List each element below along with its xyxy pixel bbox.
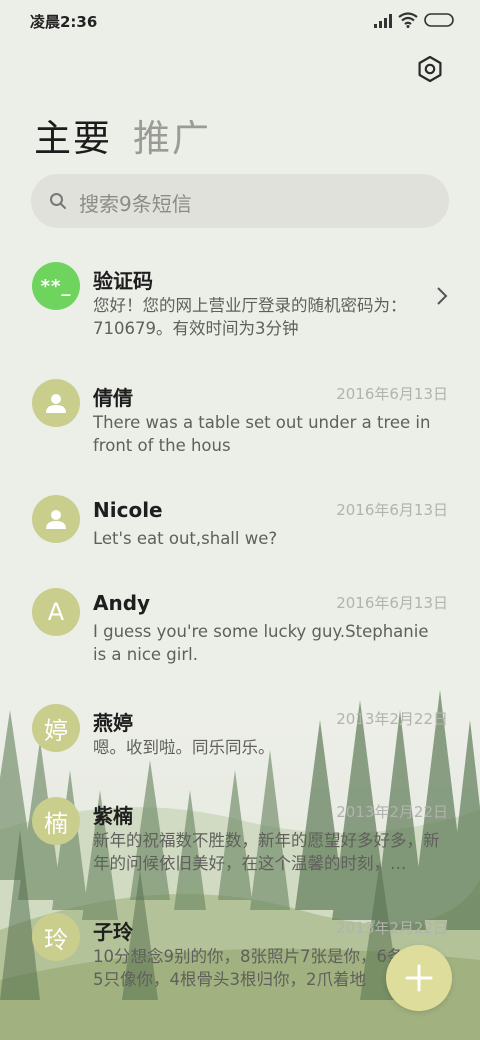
message-preview: Let's eat out,shall we? (93, 529, 278, 548)
avatar: 楠 (32, 797, 80, 845)
search-placeholder: 搜索9条短信 (79, 192, 192, 216)
contact-name: 倩倩 (93, 386, 133, 410)
message-preview: There was a table set out under a tree i… (93, 413, 431, 455)
avatar: 玲 (32, 913, 80, 961)
tab-promotions[interactable]: 推广 (133, 108, 211, 162)
conversation-item[interactable]: Nicole 2016年6月13日 Let's eat out,shall we… (0, 495, 480, 565)
avatar (32, 379, 80, 427)
contact-name: 验证码 (93, 269, 153, 293)
conversation-item[interactable]: A Andy 2016年6月13日 I guess you're some lu… (0, 588, 480, 678)
conversation-item[interactable]: 婷 燕婷 2013年2月22日 嗯。收到啦。同乐同乐。 (0, 704, 480, 774)
compose-button[interactable] (386, 945, 452, 1011)
plus-icon (405, 964, 433, 992)
search-icon (50, 193, 66, 209)
chevron-right-icon[interactable] (436, 286, 448, 306)
person-icon (46, 510, 66, 529)
contact-name: 燕婷 (93, 711, 133, 735)
signal-icon (374, 14, 392, 28)
message-preview: I guess you're some lucky guy.Stephanie … (93, 622, 429, 664)
message-preview: 嗯。收到啦。同乐同乐。 (93, 738, 275, 757)
wifi-icon (398, 12, 418, 28)
avatar: **_ (32, 262, 80, 310)
tab-main[interactable]: 主要 (34, 108, 112, 162)
contact-name: Nicole (93, 498, 163, 522)
avatar: 婷 (32, 704, 80, 752)
status-bar: 凌晨2:36 (0, 0, 480, 42)
message-date: 2013年2月22日 (336, 919, 448, 937)
conversation-item[interactable]: **_ 验证码 您好！您的网上营业厅登录的随机密码为：710679。有效时间为3… (0, 262, 480, 352)
message-date: 2016年6月13日 (336, 594, 448, 612)
search-input[interactable]: 搜索9条短信 (31, 174, 449, 228)
contact-name: 子玲 (93, 920, 133, 944)
avatar: A (32, 588, 80, 636)
message-date: 2016年6月13日 (336, 501, 448, 519)
status-time: 凌晨2:36 (30, 13, 98, 31)
settings-icon[interactable] (416, 55, 444, 83)
person-icon (46, 394, 66, 413)
conversation-item[interactable]: 楠 紫楠 2013年2月22日 新年的祝福数不胜数，新年的愿望好多好多，新年的问… (0, 797, 480, 887)
contact-name: 紫楠 (93, 804, 133, 828)
contact-name: Andy (93, 591, 151, 615)
conversation-item[interactable]: 倩倩 2016年6月13日 There was a table set out … (0, 379, 480, 469)
message-date: 2016年6月13日 (336, 385, 448, 403)
battery-icon (424, 13, 454, 27)
message-preview: 您好！您的网上营业厅登录的随机密码为：710679。有效时间为3分钟 (93, 296, 407, 338)
message-date: 2013年2月22日 (336, 803, 448, 821)
message-preview: 新年的祝福数不胜数，新年的愿望好多好多，新年的问候依旧美好，在这个温馨的时刻，… (93, 831, 440, 873)
avatar (32, 495, 80, 543)
message-date: 2013年2月22日 (336, 710, 448, 728)
